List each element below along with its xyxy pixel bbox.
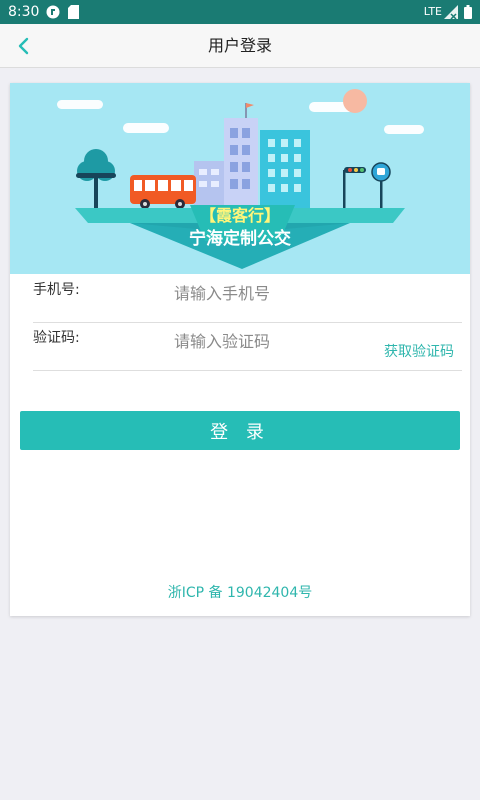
verification-code-input[interactable] bbox=[174, 326, 374, 356]
icp-license-text: 浙ICP 备 19042404号 bbox=[167, 585, 313, 601]
get-code-button[interactable]: 获取验证码 bbox=[384, 343, 454, 361]
traffic-light-icon bbox=[343, 167, 366, 208]
app-bar: 用户登录 bbox=[0, 24, 480, 68]
bus-icon bbox=[130, 175, 196, 209]
building-small-icon bbox=[194, 161, 224, 208]
phone-label: 手机号: bbox=[33, 282, 80, 298]
bus-stop-sign-icon bbox=[371, 162, 391, 209]
building-tall-icon bbox=[224, 103, 258, 208]
phone-row: 手机号: bbox=[33, 275, 462, 323]
status-bar: 8:30 LTE bbox=[0, 0, 480, 24]
cast-icon bbox=[46, 5, 60, 19]
login-card: 【霞客行】 宁海定制公交 手机号: 验证码: 获取验证码 登 录 浙ICP 备 … bbox=[10, 83, 470, 616]
banner-brand: 【霞客行】 bbox=[199, 206, 280, 225]
battery-icon bbox=[464, 5, 472, 19]
phone-input[interactable] bbox=[174, 278, 374, 308]
page-title: 用户登录 bbox=[207, 36, 272, 55]
banner-subtitle: 宁海定制公交 bbox=[189, 229, 291, 249]
code-row: 验证码: 获取验证码 bbox=[33, 323, 462, 371]
sun-icon bbox=[343, 89, 367, 113]
building-cyan-icon bbox=[260, 130, 310, 208]
login-button[interactable]: 登 录 bbox=[20, 411, 460, 450]
network-type: LTE bbox=[423, 5, 442, 18]
sd-card-icon bbox=[68, 5, 79, 19]
signal-icon bbox=[444, 5, 458, 19]
banner-illustration: 【霞客行】 宁海定制公交 bbox=[10, 83, 470, 274]
tree-icon bbox=[76, 149, 116, 210]
status-time: 8:30 bbox=[8, 4, 40, 20]
code-label: 验证码: bbox=[33, 330, 80, 346]
